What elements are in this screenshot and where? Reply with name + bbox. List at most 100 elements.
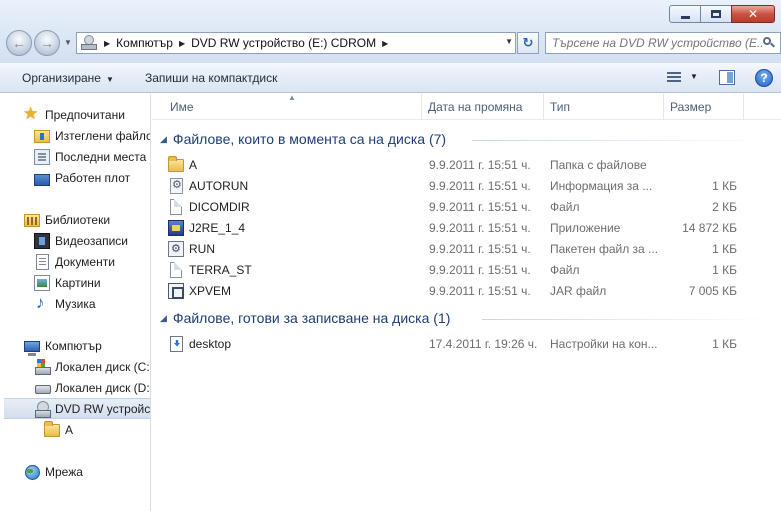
- sidebar-item-label: Музика: [55, 296, 96, 311]
- sidebar-item-local-disk-c[interactable]: Локален диск (C:): [34, 356, 150, 377]
- breadcrumb-dvd-drive[interactable]: DVD RW устройство (E:) CDROM: [191, 36, 376, 50]
- table-row[interactable]: TERRA_ST 9.9.2011 г. 15:51 ч. Файл 1 КБ: [152, 259, 781, 280]
- maximize-button[interactable]: [700, 5, 732, 23]
- file-name: DICOMDIR: [189, 199, 250, 214]
- file-name: J2RE_1_4: [189, 220, 246, 235]
- sidebar-item-music[interactable]: Музика: [34, 293, 96, 314]
- documents-icon: [36, 253, 49, 270]
- breadcrumb-computer[interactable]: Компютър: [116, 36, 173, 50]
- sidebar-item-downloads[interactable]: Изтеглени файлове: [34, 125, 150, 146]
- group-divider: [472, 140, 772, 141]
- table-row[interactable]: A 9.9.2011 г. 15:51 ч. Папка с файлове: [152, 154, 781, 175]
- breadcrumb-arrow-icon[interactable]: ▶: [382, 39, 388, 48]
- table-row[interactable]: DICOMDIR 9.9.2011 г. 15:51 ч. Файл 2 КБ: [152, 196, 781, 217]
- file-date: 9.9.2011 г. 15:51 ч.: [429, 199, 531, 214]
- sidebar-item-desktop[interactable]: Работен плот: [34, 167, 130, 188]
- back-button[interactable]: ←: [6, 30, 32, 56]
- view-options-dropdown-icon[interactable]: ▼: [690, 72, 698, 81]
- file-date: 9.9.2011 г. 15:51 ч.: [429, 220, 531, 235]
- sidebar-item-documents[interactable]: Документи: [34, 251, 115, 272]
- refresh-icon: ↻: [522, 35, 534, 50]
- sidebar-item-local-disk-d[interactable]: Локален диск (D:): [34, 377, 151, 398]
- group-header-ready-to-burn[interactable]: ◢ Файлове, готови за записване на диска …: [160, 308, 450, 328]
- downloads-folder-icon: [34, 130, 50, 143]
- group-title: Файлове, които в момента са на диска (7): [172, 131, 447, 147]
- collapse-group-icon[interactable]: ◢: [160, 313, 167, 324]
- file-size: 1 КБ: [712, 262, 737, 277]
- collapse-group-icon[interactable]: ◢: [160, 134, 167, 145]
- table-row[interactable]: XPVEM 9.9.2011 г. 15:51 ч. JAR файл 7 00…: [152, 280, 781, 301]
- chevron-down-icon: ▼: [105, 75, 114, 84]
- sidebar-item-network[interactable]: Мрежа: [24, 461, 83, 482]
- table-row[interactable]: RUN 9.9.2011 г. 15:51 ч. Пакетен файл за…: [152, 238, 781, 259]
- window-chrome: ✕ ← → ▼ ▶ Компютър ▶ DVD RW устройство (…: [0, 0, 781, 63]
- sidebar-item-recent-places[interactable]: Последни места: [34, 146, 146, 167]
- column-size[interactable]: Размер: [664, 94, 744, 120]
- preview-pane-icon[interactable]: [719, 70, 735, 85]
- group-divider: [482, 319, 772, 320]
- close-button[interactable]: ✕: [731, 5, 775, 23]
- group-header-on-disc[interactable]: ◢ Файлове, които в момента са на диска (…: [160, 129, 446, 149]
- column-date-modified[interactable]: Дата на промяна: [422, 94, 544, 120]
- file-icon: [170, 198, 182, 215]
- table-row[interactable]: J2RE_1_4 9.9.2011 г. 15:51 ч. Приложение…: [152, 217, 781, 238]
- sidebar-item-label: Изтеглени файлове: [55, 128, 150, 143]
- sidebar-item-label: Картини: [55, 275, 101, 290]
- file-size: 1 КБ: [712, 178, 737, 193]
- navigation-bar: ← → ▼ ▶ Компютър ▶ DVD RW устройство (E:…: [4, 29, 781, 57]
- file-list: ▲ Име Дата на промяна Тип Размер ◢ Файло…: [152, 93, 781, 511]
- sidebar-item-libraries[interactable]: Библиотеки: [24, 209, 110, 230]
- batch-file-icon: [168, 240, 184, 257]
- column-type[interactable]: Тип: [544, 94, 664, 120]
- search-icon[interactable]: [763, 37, 775, 48]
- sidebar-item-label: Локален диск (D:): [55, 380, 151, 395]
- file-size: [664, 154, 737, 175]
- file-name: TERRA_ST: [189, 262, 252, 277]
- table-row[interactable]: AUTORUN 9.9.2011 г. 15:51 ч. Информация …: [152, 175, 781, 196]
- file-type: JAR файл: [550, 283, 607, 298]
- sidebar-item-label: Документи: [55, 254, 115, 269]
- file-date: 17.4.2011 г. 19:26 ч.: [429, 336, 538, 351]
- file-date: 9.9.2011 г. 15:51 ч.: [429, 262, 531, 277]
- address-dropdown-icon[interactable]: ▼: [505, 37, 513, 46]
- forward-button[interactable]: →: [34, 30, 60, 56]
- breadcrumb-arrow-icon[interactable]: ▶: [104, 39, 110, 48]
- column-header: ▲ Име Дата на промяна Тип Размер: [152, 93, 781, 120]
- help-icon[interactable]: ?: [755, 69, 773, 87]
- organize-label: Организиране: [22, 71, 101, 85]
- sidebar-item-folder-a[interactable]: A: [44, 419, 73, 440]
- sidebar-item-label: DVD RW устройство (E:) CDROM: [55, 401, 151, 416]
- videos-icon: [34, 232, 50, 249]
- back-arrow-icon: ←: [12, 35, 26, 51]
- sidebar-item-pictures[interactable]: Картини: [34, 272, 101, 293]
- settings-file-icon: [170, 335, 183, 352]
- file-type: Файл: [550, 262, 580, 277]
- search-input[interactable]: [552, 33, 762, 53]
- sidebar-item-dvd-drive[interactable]: DVD RW устройство (E:) CDROM: [4, 398, 151, 419]
- file-size: 14 872 КБ: [682, 220, 737, 235]
- sidebar-item-computer[interactable]: Компютър: [24, 335, 102, 356]
- table-row[interactable]: desktop 17.4.2011 г. 19:26 ч. Настройки …: [152, 333, 781, 354]
- breadcrumb-arrow-icon[interactable]: ▶: [179, 39, 185, 48]
- sidebar-item-favorites[interactable]: Предпочитани: [23, 104, 125, 125]
- file-size: 2 КБ: [712, 199, 737, 214]
- minimize-icon: [680, 15, 690, 19]
- change-view-icon[interactable]: [667, 72, 681, 84]
- file-size: 1 КБ: [712, 336, 737, 351]
- address-bar[interactable]: ▶ Компютър ▶ DVD RW устройство (E:) CDRO…: [76, 32, 516, 54]
- column-name[interactable]: Име: [164, 94, 422, 120]
- sidebar-item-videos[interactable]: Видеозаписи: [34, 230, 128, 251]
- file-date: 9.9.2011 г. 15:51 ч.: [429, 283, 531, 298]
- music-icon: [34, 293, 50, 313]
- refresh-button[interactable]: ↻: [517, 32, 539, 54]
- recent-pages-dropdown[interactable]: ▼: [64, 38, 72, 47]
- file-date: 9.9.2011 г. 15:51 ч.: [429, 157, 531, 172]
- burn-to-disc-button[interactable]: Запиши на компактдиск: [145, 71, 277, 85]
- jar-file-icon: [168, 282, 184, 299]
- organize-button[interactable]: Организиране ▼: [22, 71, 114, 85]
- file-type: Пакетен файл за ...: [550, 241, 659, 256]
- file-date: 9.9.2011 г. 15:51 ч.: [429, 241, 531, 256]
- close-icon: ✕: [747, 7, 759, 21]
- sidebar-item-label: A: [65, 422, 74, 437]
- minimize-button[interactable]: [669, 5, 701, 23]
